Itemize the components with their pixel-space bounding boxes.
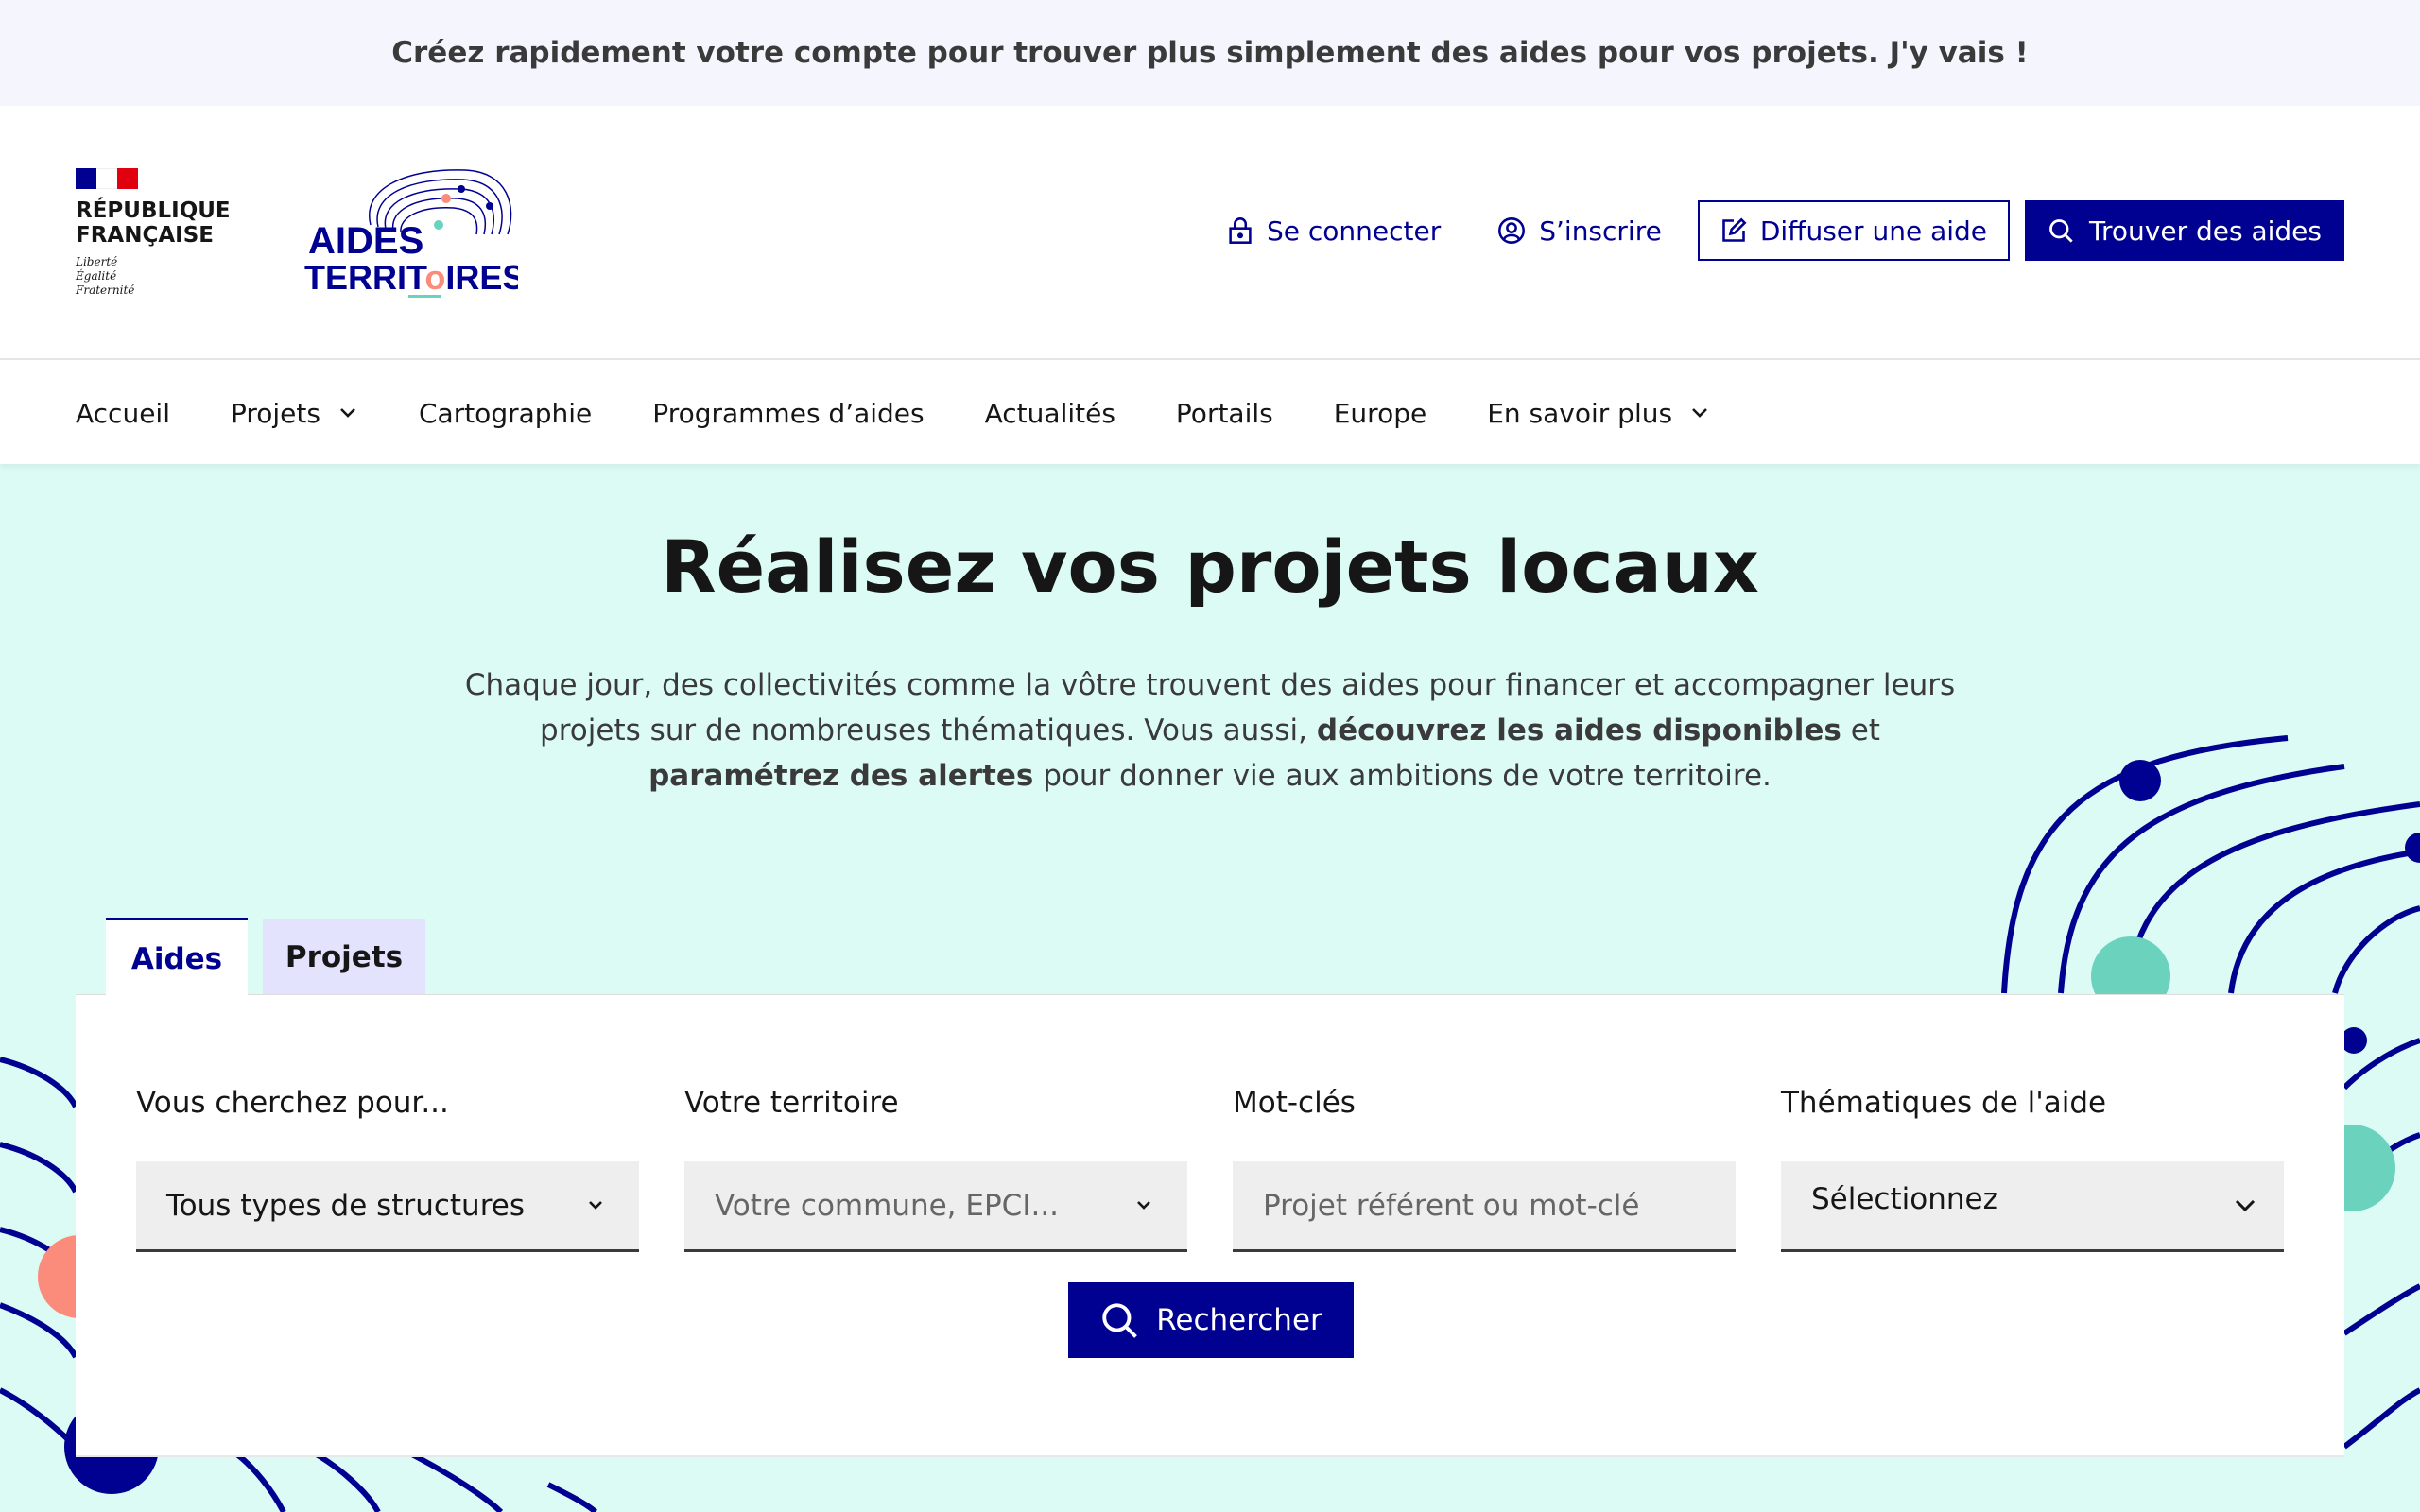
nav-portails-label: Portails — [1175, 397, 1273, 429]
nav-en-savoir-plus-label: En savoir plus — [1487, 397, 1673, 429]
keywords-input[interactable]: Projet référent ou mot-clé — [1233, 1161, 1736, 1252]
chevron-down-icon — [1137, 1201, 1150, 1210]
rf-motto: Liberté Égalité Fraternité — [76, 255, 236, 298]
hero-desc-part3: pour donner vie aux ambitions de votre t… — [1033, 759, 1772, 793]
motto-fraternite: Fraternité — [76, 284, 135, 297]
tab-aides[interactable]: Aides — [106, 918, 248, 997]
hero-description: Chaque jour, des collectivités comme la … — [444, 662, 1976, 799]
banner-text[interactable]: Créez rapidement votre compte pour trouv… — [391, 36, 2028, 70]
signup-label: S’inscrire — [1539, 215, 1662, 247]
nav-programmes[interactable]: Programmes d’aides — [652, 398, 924, 429]
search-button-label: Rechercher — [1156, 1303, 1322, 1337]
hero-title: Réalisez vos projets locaux — [661, 524, 1759, 609]
keywords-placeholder: Projet référent ou mot-clé — [1263, 1188, 1640, 1223]
edit-box-icon — [1722, 217, 1747, 242]
hero-desc-part2: et — [1841, 713, 1880, 747]
nav-cartographie-label: Cartographie — [418, 397, 593, 429]
search-button[interactable]: Rechercher — [1068, 1282, 1354, 1358]
publish-aid-button[interactable]: Diffuser une aide — [1697, 200, 2011, 261]
theme-label: Thématiques de l'aide — [1781, 1086, 2107, 1120]
chevron-down-icon — [589, 1201, 602, 1210]
nav-projets-label: Projets — [230, 397, 320, 429]
nav-actualites-label: Actualités — [984, 397, 1115, 429]
header-actions: Se connecter S’inscrire Diffuser une aid… — [1170, 200, 2344, 261]
publish-label: Diffuser une aide — [1759, 215, 1988, 247]
svg-text:TERRIToIRES: TERRIToIRES — [304, 258, 518, 297]
french-flag-icon — [76, 168, 138, 189]
find-label: Trouver des aides — [2089, 215, 2322, 247]
login-link[interactable]: Se connecter — [1227, 200, 1441, 261]
user-circle-icon — [1498, 217, 1526, 244]
tab-projets[interactable]: Projets — [263, 919, 425, 995]
theme-select[interactable]: Sélectionnez — [1781, 1161, 2284, 1252]
theme-value: Sélectionnez — [1811, 1182, 1998, 1216]
chevron-down-icon — [2235, 1199, 2256, 1212]
main-navigation: Accueil Projets Cartographie Programmes … — [0, 362, 2420, 464]
nav-en-savoir-plus[interactable]: En savoir plus — [1487, 398, 1710, 429]
aides-territoires-logo[interactable]: AIDES TERRIToIRES — [304, 159, 518, 301]
territory-select[interactable]: Votre commune, EPCI... — [684, 1161, 1187, 1252]
territory-placeholder: Votre commune, EPCI... — [715, 1188, 1060, 1223]
panel-bottom-edge — [76, 1455, 2344, 1512]
chevron-down-icon — [340, 408, 355, 418]
nav-actualites[interactable]: Actualités — [985, 398, 1115, 429]
structure-label: Vous cherchez pour... — [136, 1086, 449, 1120]
rf-name-line1: RÉPUBLIQUE — [76, 198, 231, 223]
login-label: Se connecter — [1266, 215, 1442, 247]
search-panel: Vous cherchez pour... Tous types de stru… — [76, 994, 2344, 1455]
nav-europe[interactable]: Europe — [1334, 398, 1426, 429]
site-header: RÉPUBLIQUE FRANÇAISE Liberté Égalité Fra… — [0, 106, 2420, 360]
structure-value: Tous types de structures — [166, 1188, 525, 1223]
hero-desc-bold1: découvrez les aides disponibles — [1316, 713, 1841, 747]
logo-ires-text: IRES — [445, 258, 518, 297]
search-icon — [1102, 1303, 1138, 1338]
lock-icon — [1229, 217, 1252, 244]
keywords-label: Mot-clés — [1233, 1086, 1356, 1120]
nav-projets[interactable]: Projets — [231, 398, 358, 429]
rf-name-line2: FRANÇAISE — [76, 223, 214, 248]
hero-section: Réalisez vos projets locaux Chaque jour,… — [0, 464, 2420, 1512]
nav-accueil[interactable]: Accueil — [76, 398, 170, 429]
structure-select[interactable]: Tous types de structures — [136, 1161, 639, 1252]
chevron-down-icon — [1692, 408, 1707, 418]
republique-francaise-logo[interactable]: RÉPUBLIQUE FRANÇAISE Liberté Égalité Fra… — [76, 168, 236, 298]
nav-programmes-label: Programmes d’aides — [652, 397, 925, 429]
signup-link[interactable]: S’inscrire — [1497, 200, 1662, 261]
nav-europe-label: Europe — [1333, 397, 1427, 429]
motto-egalite: Égalité — [76, 269, 117, 283]
nav-portails[interactable]: Portails — [1176, 398, 1273, 429]
account-banner[interactable]: Créez rapidement votre compte pour trouv… — [0, 0, 2420, 106]
nav-cartographie[interactable]: Cartographie — [419, 398, 592, 429]
nav-accueil-label: Accueil — [76, 397, 170, 429]
motto-liberte: Liberté — [76, 255, 118, 268]
hero-desc-bold2: paramétrez des alertes — [648, 759, 1034, 793]
search-icon — [2049, 219, 2073, 243]
logo-territ-text: TERRIT — [304, 258, 427, 297]
logo-aides-text: AIDES — [308, 220, 424, 262]
find-aids-button[interactable]: Trouver des aides — [2025, 200, 2344, 261]
territory-label: Votre territoire — [684, 1086, 899, 1120]
